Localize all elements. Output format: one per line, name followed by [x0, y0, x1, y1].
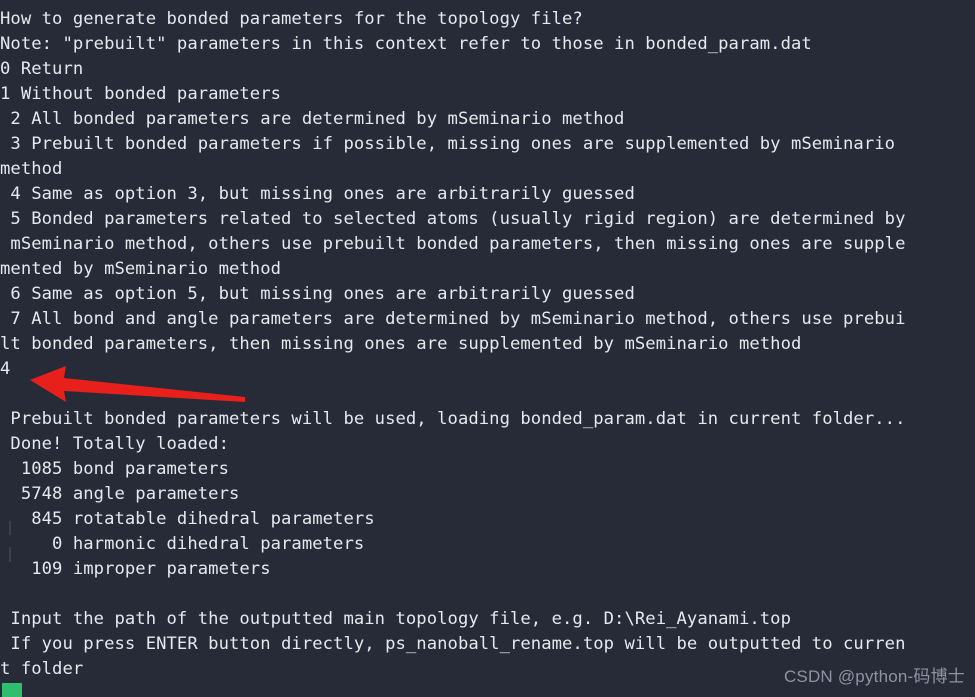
terminal-line: 6 Same as option 5, but missing ones are… — [0, 284, 635, 304]
terminal-line: mSeminario method, others use prebuilt b… — [0, 234, 906, 254]
terminal-window[interactable]: How to generate bonded parameters for th… — [0, 0, 975, 697]
terminal-line: 4 — [0, 359, 11, 379]
terminal-line: 1085 bond parameters — [0, 459, 229, 479]
terminal-line: If you press ENTER button directly, ps_n… — [0, 634, 906, 654]
terminal-line: 2 All bonded parameters are determined b… — [0, 109, 625, 129]
terminal-line: mented by mSeminario method — [0, 259, 282, 279]
scrollbar-tick-upper — [9, 521, 11, 535]
terminal-line: 0 Return — [0, 59, 84, 79]
terminal-line: Done! Totally loaded: — [0, 434, 229, 454]
terminal-line: 5748 angle parameters — [0, 484, 240, 504]
terminal-line: How to generate bonded parameters for th… — [0, 9, 583, 29]
terminal-line: lt bonded parameters, then missing ones … — [0, 334, 802, 354]
terminal-line: 109 improper parameters — [0, 559, 271, 579]
terminal-line: 4 Same as option 3, but missing ones are… — [0, 184, 635, 204]
terminal-line: method — [0, 159, 63, 179]
terminal-cursor — [2, 683, 22, 697]
console-output: How to generate bonded parameters for th… — [0, 7, 975, 682]
terminal-line: 845 rotatable dihedral parameters — [0, 509, 375, 529]
terminal-line: 3 Prebuilt bonded parameters if possible… — [0, 134, 896, 154]
terminal-line: 7 All bond and angle parameters are dete… — [0, 309, 906, 329]
csdn-watermark: CSDN @python-码博士 — [783, 667, 965, 686]
terminal-line: 1 Without bonded parameters — [0, 84, 282, 104]
terminal-line: 0 harmonic dihedral parameters — [0, 534, 365, 554]
terminal-line: Input the path of the outputted main top… — [0, 609, 791, 629]
terminal-line: Note: "prebuilt" parameters in this cont… — [0, 34, 812, 54]
terminal-line: 5 Bonded parameters related to selected … — [0, 209, 906, 229]
terminal-line: Prebuilt bonded parameters will be used,… — [0, 409, 906, 429]
scrollbar-tick-lower — [9, 547, 11, 562]
